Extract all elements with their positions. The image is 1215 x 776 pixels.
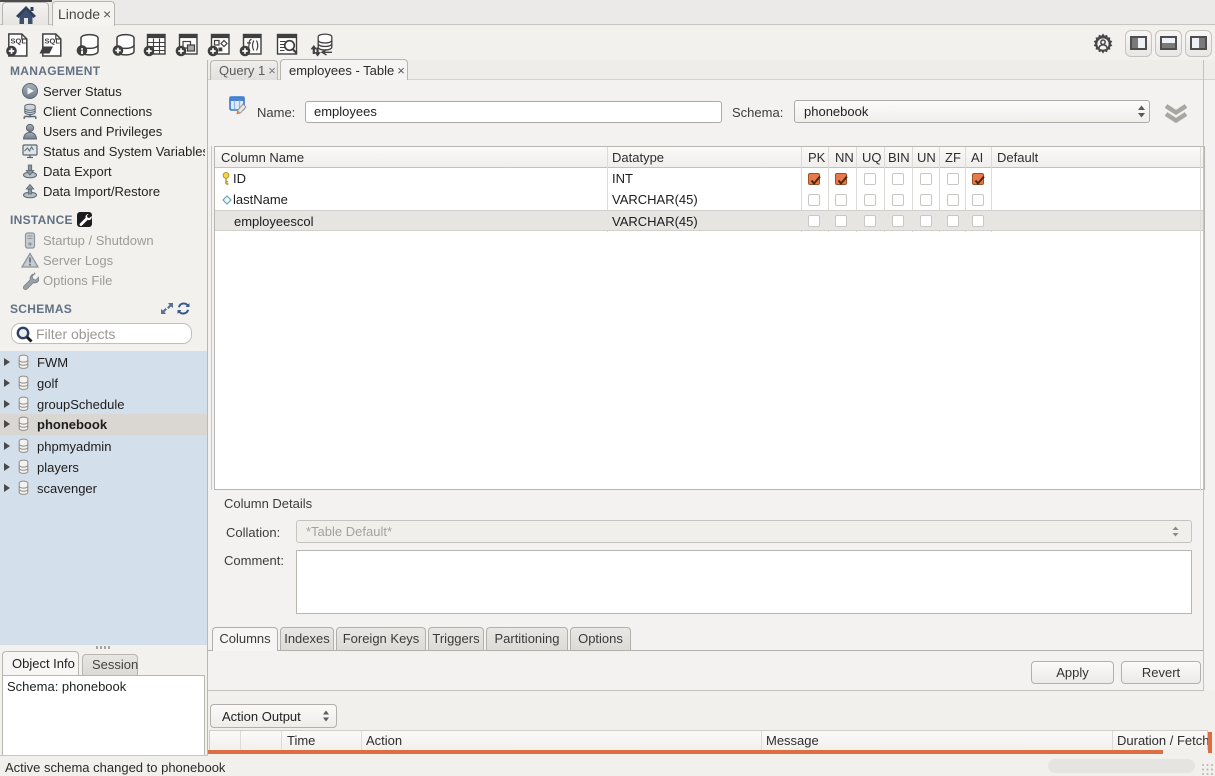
svg-text:SQL: SQL	[11, 37, 27, 46]
svg-text:SQL: SQL	[45, 37, 61, 46]
